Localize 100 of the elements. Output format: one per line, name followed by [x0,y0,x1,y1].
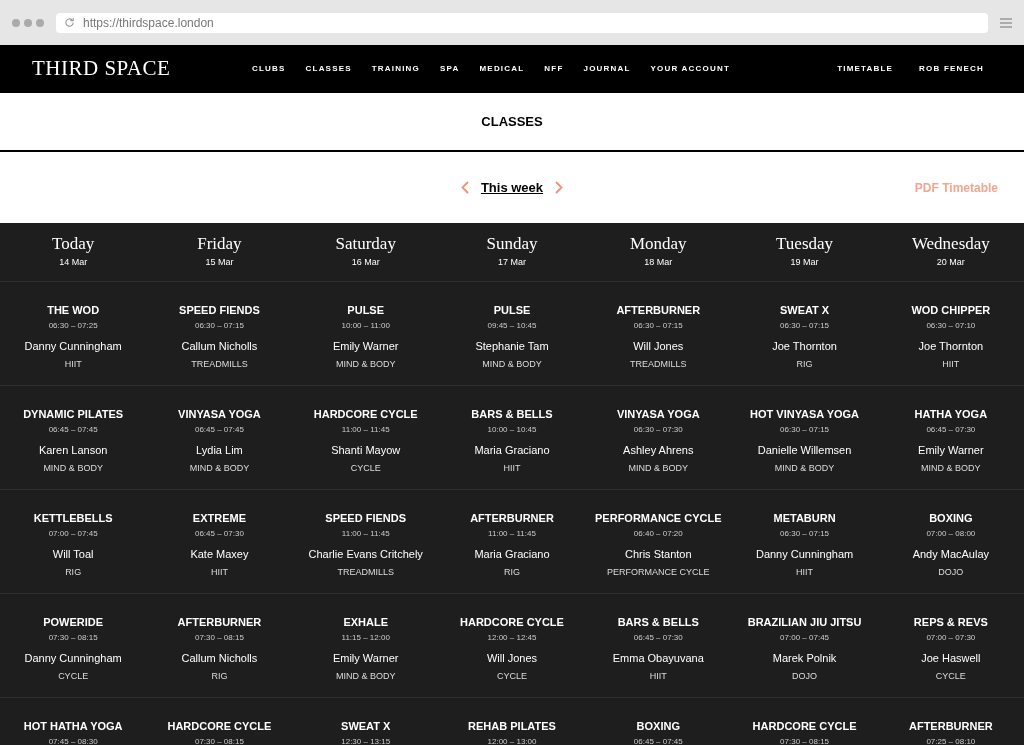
instructor-name: Stephanie Tam [475,339,549,354]
class-title[interactable]: REHAB PILATES [468,719,556,733]
class-title[interactable]: BARS & BELLS [617,615,699,629]
nav-link[interactable]: JOURNAL [583,63,631,75]
logo[interactable]: THIRD SPACE [32,53,252,85]
class-title[interactable]: SPEED FIENDS [325,511,407,525]
instructor-name: Chris Stanton [624,547,692,562]
nav-link[interactable]: CLUBS [252,63,286,75]
class-time: 11:15 – 12:00 [341,632,390,644]
class-time: 07:00 – 07:30 [926,632,976,644]
instructor-name: Callum Nicholls [181,651,258,666]
class-title[interactable]: REPS & REVS [913,615,988,629]
class-title[interactable]: HARDCORE CYCLE [460,615,564,629]
class-title[interactable]: VINYASA YOGA [178,407,261,421]
class-title[interactable]: WOD CHIPPER [911,303,991,317]
class-title[interactable]: BOXING [929,511,973,525]
instructor-name: Maria Graciano [474,443,550,458]
class-time: 07:25 – 08:10 [926,736,976,745]
class-time: 06:30 – 07:15 [780,320,830,332]
nav-link[interactable]: SPA [440,63,460,75]
class-category: HIIT [64,357,82,371]
class-time: 06:30 – 07:10 [926,320,976,332]
class-title[interactable]: AFTERBURNER [177,615,262,629]
class-title[interactable]: DYNAMIC PILATES [23,407,124,421]
class-title[interactable]: HATHA YOGA [914,407,988,421]
class-title[interactable]: HARDCORE CYCLE [313,407,418,421]
class-time: 07:30 – 08:15 [48,632,98,644]
class-time: 06:30 – 07:15 [780,528,830,540]
class-category: MIND & BODY [482,357,542,371]
class-category: HIIT [503,461,521,475]
class-title[interactable]: PERFORMANCE CYCLE [595,511,722,525]
class-time: 06:45 – 07:30 [633,632,683,644]
class-title[interactable]: SPEED FIENDS [179,303,260,317]
day-name: Wednesday [911,234,990,255]
instructor-name: Charlie Evans Critchely [308,547,423,562]
instructor-name: Emily Warner [332,339,399,354]
class-time: 07:45 – 08:30 [48,736,98,745]
class-time: 12:00 – 12:45 [487,632,537,644]
class-title[interactable]: EXHALE [343,615,388,629]
class-title[interactable]: AFTERBURNER [470,511,554,525]
day-name: Today [52,234,95,255]
nav-link[interactable]: ROB FENECH [919,63,984,75]
class-title[interactable]: HARDCORE CYCLE [752,719,857,733]
class-category: MIND & BODY [43,461,103,475]
class-title[interactable]: METABURN [773,511,836,525]
day-name: Monday [629,234,687,255]
instructor-name: Marek Polnik [772,651,837,666]
class-title[interactable]: SWEAT X [779,303,830,317]
next-chevron-icon[interactable] [555,181,564,194]
class-time: 12:00 – 13:00 [487,736,537,745]
menu-icon[interactable] [1000,16,1012,29]
class-category: TREADMILLS [630,357,687,371]
class-category: TREADMILLS [337,565,394,579]
class-category: HIIT [942,357,960,371]
class-time: 11:00 – 11:45 [488,528,536,540]
nav-link[interactable]: NFF [544,63,564,75]
class-time: 06:45 – 07:30 [926,424,976,436]
class-title[interactable]: POWERIDE [43,615,104,629]
nav-link[interactable]: YOUR ACCOUNT [650,63,730,75]
class-category: HIIT [649,669,667,683]
class-title[interactable]: PULSE [347,303,385,317]
class-title[interactable]: THE WOD [47,303,100,317]
class-title[interactable]: KETTLEBELLS [33,511,113,525]
address-bar[interactable]: https://thirdspace.london [56,12,988,33]
class-time: 06:30 – 07:25 [48,320,98,332]
nav-link[interactable]: TIMETABLE [837,63,894,75]
instructor-name: Shanti Mayow [331,443,401,458]
nav-link[interactable]: CLASSES [305,63,352,75]
class-title[interactable]: PULSE [493,303,531,317]
class-title[interactable]: BOXING [636,719,680,733]
previous-chevron-icon[interactable] [460,181,469,194]
class-title[interactable]: AFTERBURNER [616,303,701,317]
class-time: 11:00 – 11:45 [341,424,390,436]
class-title[interactable]: VINYASA YOGA [616,407,700,421]
class-category: MIND & BODY [628,461,689,475]
class-title[interactable]: BRAZILIAN JIU JITSU [747,615,862,629]
class-title[interactable]: BARS & BELLS [471,407,553,421]
class-time: 06:30 – 07:15 [780,424,830,436]
class-category: PERFORMANCE CYCLE [607,565,710,579]
class-title[interactable]: EXTREME [192,511,246,525]
day-date: 17 Mar [498,256,526,270]
reload-icon[interactable] [64,17,75,28]
instructor-name: Emily Warner [918,443,984,458]
class-category: CYCLE [935,669,966,683]
class-category: CYCLE [58,669,89,683]
instructor-name: Andy MacAulay [912,547,990,562]
class-title[interactable]: HOT VINYASA YOGA [750,407,860,421]
class-category: RIG [211,669,228,683]
class-time: 07:30 – 08:15 [780,736,830,745]
nav-link[interactable]: TRAINING [371,63,420,75]
nav-link[interactable]: MEDICAL [479,63,525,75]
class-title[interactable]: AFTERBURNER [909,719,993,733]
class-title[interactable]: HARDCORE CYCLE [167,719,272,733]
class-time: 07:00 – 08:00 [926,528,976,540]
week-label[interactable]: This week [480,177,544,198]
instructor-name: Will Toal [52,547,94,562]
class-category: DOJO [938,565,964,579]
class-title[interactable]: SWEAT X [341,719,391,733]
class-category: RIG [65,565,82,579]
class-title[interactable]: HOT HATHA YOGA [23,719,123,733]
